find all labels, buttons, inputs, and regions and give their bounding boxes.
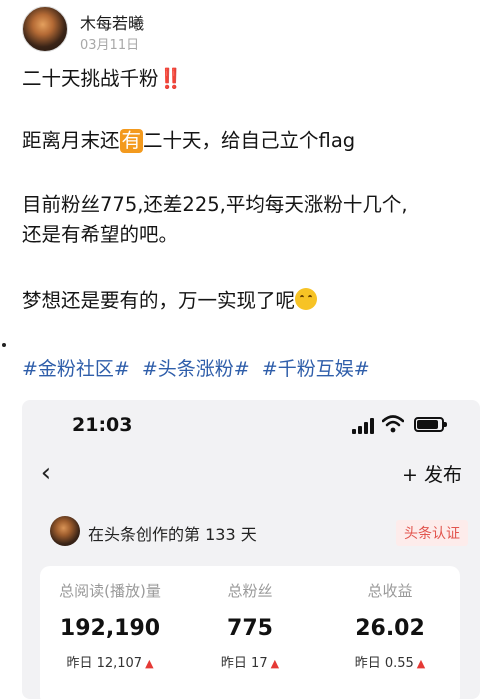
stats-card: 总阅读(播放)量 192,190 昨日 12,107 ▲ 总粉丝 775 昨日 1…	[40, 566, 460, 699]
stat-delta: 昨日 12,107 ▲	[40, 652, 180, 671]
smiley-icon	[295, 288, 318, 310]
post-line-title: 二十天挑战千粉‼️	[22, 64, 183, 94]
wifi-icon	[382, 415, 404, 433]
creator-row: 在头条创作的第 133 天 头条认证	[22, 512, 480, 552]
creator-avatar	[50, 516, 80, 546]
embedded-screenshot[interactable]: 21:03 ‹ + 发布 在头条创作的第 133 天 头条认证 总阅读(播放)量…	[22, 400, 480, 699]
verify-badge[interactable]: 头条认证	[396, 520, 468, 546]
creator-days-text: 在头条创作的第 133 天	[88, 525, 257, 544]
hashtag-link[interactable]: #千粉互娱#	[262, 358, 370, 380]
progress-text-2: 还是有希望的吧。	[22, 223, 179, 246]
you-emoji-icon: 有	[119, 129, 144, 153]
chevron-left-icon[interactable]: ‹	[34, 458, 58, 488]
stat-label: 总粉丝	[227, 582, 273, 600]
post-date: 03月11日	[80, 38, 140, 53]
up-arrow-icon: ▲	[145, 657, 154, 670]
post-line-deadline: 距离月末还有二十天，给自己立个flag	[22, 126, 355, 156]
status-time: 21:03	[72, 414, 133, 436]
stray-dot	[2, 343, 6, 347]
stat-value: 26.02	[355, 616, 425, 641]
phone-status-bar: 21:03	[22, 400, 480, 452]
up-arrow-icon: ▲	[416, 657, 426, 670]
stat-total-income[interactable]: 总收益 26.02 昨日 0.55 ▲	[320, 580, 460, 671]
post-header: 木每若曦 03月11日	[22, 6, 482, 56]
stat-delta-text: 昨日 0.55	[354, 656, 414, 671]
signal-icon	[352, 418, 374, 434]
stat-total-reads[interactable]: 总阅读(播放)量 192,190 昨日 12,107 ▲	[40, 580, 180, 671]
deadline-text-b: 二十天，给自己立个flag	[143, 129, 356, 152]
battery-icon	[414, 417, 447, 432]
dream-text: 梦想还是要有的，万一实现了呢	[22, 289, 296, 312]
stat-value: 192,190	[59, 616, 161, 641]
stat-value: 775	[227, 616, 273, 641]
phone-nav-bar: ‹ + 发布	[22, 456, 480, 496]
stat-delta: 昨日 0.55 ▲	[320, 652, 460, 671]
hashtag-row: #金粉社区# #头条涨粉# #千粉互娱#	[22, 354, 376, 381]
hashtag-link[interactable]: #头条涨粉#	[142, 358, 250, 380]
post-line-progress: 目前粉丝775,还差225,平均每天涨粉十几个, 还是有希望的吧。	[22, 190, 408, 250]
deadline-text-a: 距离月末还	[22, 129, 120, 152]
stat-total-fans[interactable]: 总粉丝 775 昨日 17 ▲	[180, 580, 320, 671]
author-name[interactable]: 木每若曦	[80, 10, 144, 34]
stat-delta-text: 昨日 17	[220, 656, 268, 671]
up-arrow-icon: ▲	[270, 657, 280, 670]
progress-text: 目前粉丝775,还差225,平均每天涨粉十几个,	[22, 193, 408, 216]
stat-label: 总收益	[367, 582, 413, 600]
author-avatar[interactable]	[22, 6, 68, 52]
double-exclamation-icon: ‼️	[158, 67, 183, 90]
publish-button[interactable]: + 发布	[402, 460, 462, 487]
stat-delta-text: 昨日 12,107	[66, 656, 143, 671]
post-line-dream: 梦想还是要有的，万一实现了呢	[22, 286, 318, 316]
stat-delta: 昨日 17 ▲	[180, 652, 320, 671]
stat-label: 总阅读(播放)量	[59, 582, 161, 600]
title-text: 二十天挑战千粉	[22, 67, 159, 90]
hashtag-link[interactable]: #金粉社区#	[22, 358, 130, 380]
